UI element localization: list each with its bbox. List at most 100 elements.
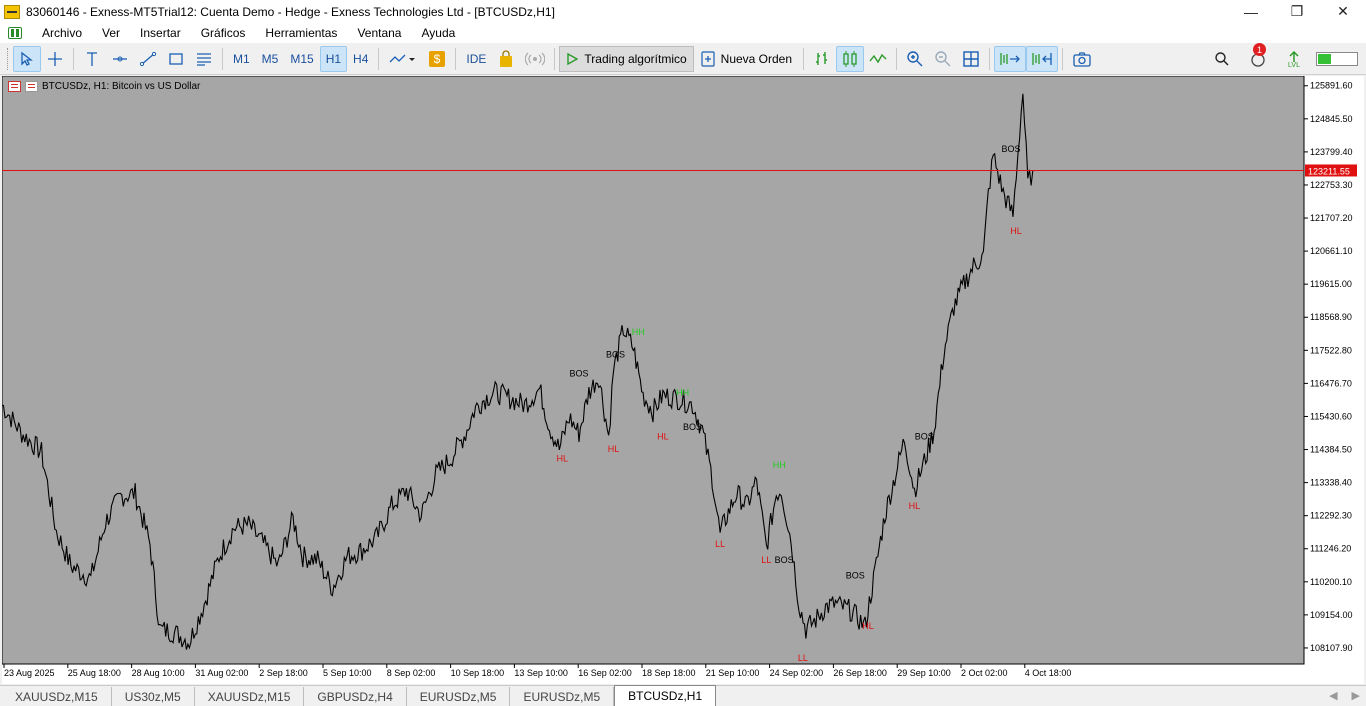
structure-label-bos: BOS (570, 368, 589, 378)
menu-ver[interactable]: Ver (92, 26, 130, 40)
menu-graficos[interactable]: Gráficos (191, 26, 256, 40)
document-icon[interactable] (8, 27, 22, 39)
indicators-dropdown-button[interactable] (383, 46, 423, 72)
toolbar-separator (1062, 47, 1064, 70)
shapes-tool-button[interactable] (162, 46, 190, 72)
y-tick-label: 110200.10 (1310, 577, 1352, 587)
tab-us30z-m5[interactable]: US30z,M5 (112, 687, 195, 706)
close-button[interactable]: ✕ (1320, 0, 1366, 23)
window-title: 83060146 - Exness-MT5Trial12: Cuenta Dem… (26, 4, 555, 19)
fibonacci-tool-button[interactable] (190, 46, 218, 72)
search-button[interactable] (1208, 46, 1236, 72)
new-order-button[interactable]: Nueva Orden (694, 46, 799, 72)
structure-label-hh: HH (773, 460, 786, 470)
signal-level-label: LVL (1288, 61, 1300, 69)
chart-shift-icon (1032, 52, 1052, 65)
tab-xauusdz-m15[interactable]: XAUUSDz,M15 (2, 687, 112, 706)
zoom-out-icon (935, 50, 951, 66)
tab-gbpusdz-h4[interactable]: GBPUSDz,H4 (304, 687, 407, 706)
y-tick-label: 108107.90 (1310, 643, 1353, 653)
toolbar-grip (7, 47, 10, 70)
minimize-button[interactable]: — (1228, 0, 1274, 23)
bar-chart-button[interactable] (808, 46, 836, 72)
zoom-out-button[interactable] (929, 46, 957, 72)
tab-eurusdz-m5-2[interactable]: EURUSDz,M5 (510, 687, 615, 706)
tile-windows-button[interactable] (957, 46, 985, 72)
structure-label-hh: HH (676, 387, 689, 397)
screenshot-button[interactable] (1067, 46, 1097, 72)
timeframe-m15-button[interactable]: M15 (284, 46, 319, 72)
algo-trading-button[interactable]: Trading algorítmico (559, 45, 694, 72)
tab-xauusdz-m15-2[interactable]: XAUUSDz,M15 (195, 687, 305, 706)
menu-insertar[interactable]: Insertar (130, 26, 191, 40)
zoom-in-button[interactable] (901, 46, 929, 72)
timeframe-h1-button[interactable]: H1 (319, 45, 348, 72)
toolbar-separator (896, 47, 898, 70)
candlestick-chart-button[interactable] (836, 45, 865, 72)
timeframe-m1-button[interactable]: M1 (227, 46, 256, 72)
y-tick-label: 112292.30 (1310, 511, 1352, 521)
tab-btcusdz-h1[interactable]: BTCUSDz,H1 (614, 685, 717, 706)
structure-label-bos: BOS (915, 432, 934, 442)
menu-ayuda[interactable]: Ayuda (411, 26, 465, 40)
x-tick-label: 16 Sep 02:00 (578, 668, 632, 678)
y-tick-label: 116476.70 (1310, 378, 1352, 388)
crosshair-icon (48, 51, 62, 66)
x-tick-label: 18 Sep 18:00 (642, 668, 696, 678)
timeframe-m5-button[interactable]: M5 (256, 46, 285, 72)
chart-window[interactable]: 123211.55 125891.60 124845.50 123799.40 1227… (2, 76, 1364, 684)
x-tick-label: 8 Sep 02:00 (387, 668, 436, 678)
structure-label-hl: HL (1010, 226, 1022, 236)
trend-line-tool-button[interactable] (134, 46, 162, 72)
signals-button[interactable] (520, 46, 550, 72)
menu-ventana[interactable]: Ventana (347, 26, 411, 40)
y-tick-label: 119615.00 (1310, 279, 1352, 289)
tab-scroll-right-icon[interactable]: ▶ (1352, 689, 1360, 702)
toolbar-separator (554, 47, 556, 70)
structure-label-bos: BOS (683, 422, 702, 432)
x-tick-label: 29 Sep 10:00 (897, 668, 951, 678)
fibonacci-icon (197, 52, 211, 66)
crosshair-tool-button[interactable] (41, 46, 69, 72)
menu-herramientas[interactable]: Herramientas (255, 26, 347, 40)
y-tick-label: 118568.90 (1310, 312, 1352, 322)
signal-strength-button[interactable]: LVL (1280, 46, 1308, 72)
tab-eurusdz-m5[interactable]: EURUSDz,M5 (407, 687, 511, 706)
bar-chart-icon (816, 51, 828, 65)
y-tick-label: 114384.50 (1310, 445, 1352, 455)
signal-strength-icon (1289, 50, 1299, 62)
ide-button[interactable]: IDE (460, 46, 492, 72)
menu-archivo[interactable]: Archivo (32, 26, 92, 40)
tab-scroll-left-icon[interactable]: ◀ (1329, 689, 1337, 702)
x-tick-label: 26 Sep 18:00 (833, 668, 887, 678)
cursor-icon (21, 51, 33, 66)
market-button[interactable]: $ (423, 46, 451, 72)
horizontal-line-tool-button[interactable] (106, 46, 134, 72)
rectangle-icon (169, 52, 183, 65)
toolbar-separator (73, 47, 74, 70)
notifications-button[interactable]: 1 (1244, 43, 1272, 72)
structure-label-hl: HL (556, 454, 568, 464)
vertical-line-tool-button[interactable] (78, 46, 106, 72)
structure-label-ll: LL (715, 539, 725, 549)
chart-shift-button[interactable] (1026, 45, 1059, 72)
timeframe-h4-button[interactable]: H4 (347, 46, 374, 72)
price-chart[interactable]: 123211.55 125891.60 124845.50 123799.40 1227… (2, 76, 1364, 684)
chart-list-icon[interactable] (8, 81, 21, 92)
shopping-bag-button[interactable] (492, 46, 520, 72)
toolbar-separator (803, 47, 805, 70)
window-controls: — ❐ ✕ (1228, 0, 1366, 23)
shopping-bag-icon (500, 49, 513, 67)
x-tick-label: 25 Aug 18:00 (68, 668, 121, 678)
chart-symbol-label: BTCUSDz, H1: Bitcoin vs US Dollar (42, 81, 201, 92)
x-tick-label: 2 Oct 02:00 (961, 668, 1008, 678)
line-chart-button[interactable] (864, 46, 892, 72)
chart-window-icon[interactable] (25, 81, 38, 92)
maximize-button[interactable]: ❐ (1274, 0, 1320, 23)
x-tick-label: 21 Sep 10:00 (706, 668, 760, 678)
tab-scroll-arrows: ◀ ▶ (1329, 689, 1360, 702)
y-tick-label: 111246.20 (1310, 544, 1351, 554)
autoscroll-button[interactable] (994, 45, 1027, 72)
cursor-tool-button[interactable] (13, 45, 41, 72)
x-tick-label: 4 Oct 18:00 (1025, 668, 1072, 678)
